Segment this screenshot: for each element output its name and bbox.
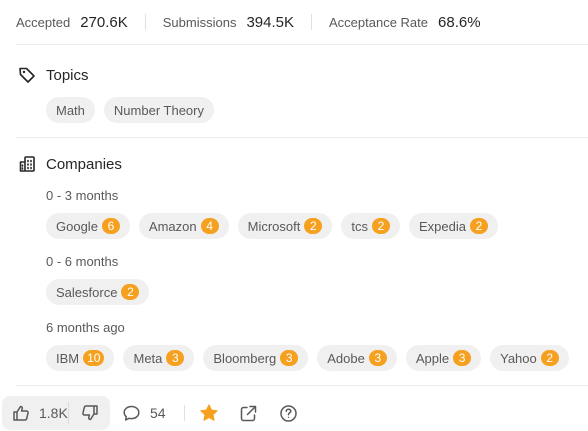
company-count-badge: 2 <box>540 350 559 366</box>
topic-tags: Math Number Theory <box>46 97 214 123</box>
upvote-count: 1.8K <box>39 405 68 421</box>
company-count-badge: 3 <box>166 350 185 366</box>
accepted-label: Accepted <box>16 14 71 30</box>
company-group: Salesforce 2 <box>46 279 150 305</box>
star-icon <box>200 404 218 421</box>
comment-count: 54 <box>150 405 166 421</box>
company-tag-adobe[interactable]: Adobe 3 <box>317 345 397 371</box>
section-divider <box>16 137 588 138</box>
company-name: Expedia <box>418 218 466 234</box>
share-icon <box>240 405 257 421</box>
company-name: Adobe <box>327 350 365 366</box>
company-name: tcs <box>351 218 368 234</box>
company-tag-expedia[interactable]: Expedia 2 <box>408 213 498 239</box>
company-tag-yahoo[interactable]: Yahoo 2 <box>490 345 569 371</box>
tag-icon <box>19 67 35 83</box>
vote-box: 1.8K <box>2 396 110 430</box>
upvote-button[interactable]: 1.8K <box>2 396 68 430</box>
comment-icon <box>123 405 140 421</box>
help-button[interactable] <box>279 396 298 430</box>
company-count-badge: 3 <box>453 350 472 366</box>
company-tag-amazon[interactable]: Amazon 4 <box>138 213 229 239</box>
divider <box>184 405 185 421</box>
submissions-label: Submissions <box>162 14 237 30</box>
company-name: Microsoft <box>247 218 301 234</box>
company-tag-apple[interactable]: Apple 3 <box>405 345 482 371</box>
company-name: Meta <box>133 350 163 366</box>
submissions-value: 394.5K <box>246 13 294 31</box>
company-name: IBM <box>56 350 80 366</box>
topics-header[interactable]: Topics <box>18 64 89 86</box>
company-count-badge: 3 <box>368 350 387 366</box>
company-count-badge: 3 <box>280 350 299 366</box>
company-group: Google 6 Amazon 4 Microsoft 2 tcs 2 Expedia 2 <box>46 213 498 239</box>
company-tag-ibm[interactable]: IBM 10 <box>46 345 115 371</box>
company-name: Salesforce <box>56 284 118 300</box>
company-tag-bloomberg[interactable]: Bloomberg 3 <box>203 345 309 371</box>
company-name: Bloomberg <box>213 350 277 366</box>
company-count-badge: 2 <box>121 284 140 300</box>
company-count-badge: 2 <box>304 218 323 234</box>
downvote-button[interactable] <box>69 396 110 430</box>
section-divider <box>16 44 588 45</box>
topics-title: Topics <box>46 66 89 84</box>
building-icon <box>19 156 35 172</box>
company-count-badge: 2 <box>371 218 390 234</box>
acceptance-rate-value: 68.6% <box>438 13 481 31</box>
company-name: Google <box>56 218 98 234</box>
company-count-badge: 10 <box>83 350 105 366</box>
period-label: 0 - 3 months <box>46 188 119 203</box>
share-button[interactable] <box>239 396 258 430</box>
period-label: 0 - 6 months <box>46 254 119 269</box>
stats-row: Accepted 270.6K Submissions 394.5K Accep… <box>16 0 481 44</box>
company-tag-tcs[interactable]: tcs 2 <box>341 213 400 239</box>
topic-tag-number-theory[interactable]: Number Theory <box>103 97 214 123</box>
company-tag-microsoft[interactable]: Microsoft 2 <box>237 213 333 239</box>
action-bar: 1.8K 54 <box>0 396 588 431</box>
companies-header[interactable]: Companies <box>18 153 122 175</box>
acceptance-rate-label: Acceptance Rate <box>329 14 429 30</box>
company-count-badge: 4 <box>200 218 219 234</box>
divider <box>311 14 312 30</box>
company-count-badge: 2 <box>469 218 488 234</box>
company-tag-google[interactable]: Google 6 <box>46 213 130 239</box>
company-name: Apple <box>415 350 450 366</box>
company-count-badge: 6 <box>101 218 120 234</box>
company-name: Amazon <box>148 218 197 234</box>
accepted-value: 270.6K <box>80 13 128 31</box>
divider <box>144 14 146 30</box>
comments-button[interactable]: 54 <box>122 396 166 430</box>
section-divider <box>16 385 588 386</box>
favorite-button[interactable] <box>199 396 219 430</box>
thumbs-down-icon <box>81 405 98 421</box>
topic-tag-math[interactable]: Math <box>46 97 95 123</box>
period-label: 6 months ago <box>46 320 125 335</box>
help-icon <box>280 404 297 422</box>
companies-title: Companies <box>46 155 122 173</box>
company-name: Yahoo <box>500 350 537 366</box>
company-group: IBM 10 Meta 3 Bloomberg 3 Adobe 3 Apple 3 Yah… <box>46 345 569 371</box>
company-tag-salesforce[interactable]: Salesforce 2 <box>46 279 150 305</box>
thumbs-up-icon <box>13 405 29 421</box>
company-tag-meta[interactable]: Meta 3 <box>123 345 195 371</box>
